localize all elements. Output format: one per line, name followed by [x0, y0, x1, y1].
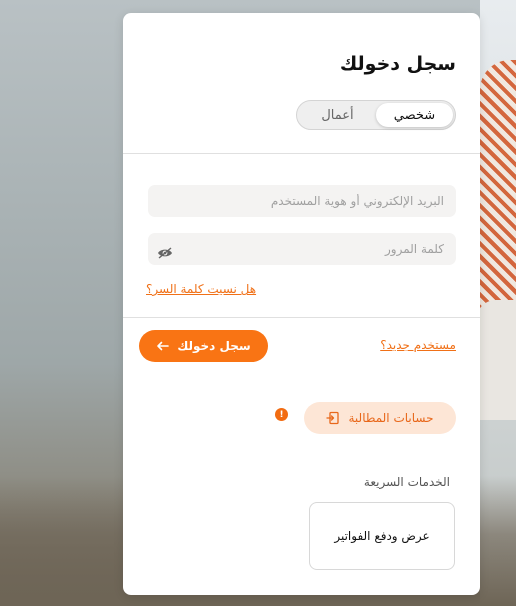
alert-badge: !: [275, 408, 288, 421]
tab-personal[interactable]: شخصي: [376, 103, 453, 127]
login-card: سجل دخولك شخصي أعمال هل نسيت كلمة السر؟ …: [123, 13, 480, 595]
arrow-left-icon: [156, 341, 170, 351]
tab-business[interactable]: أعمال: [299, 103, 376, 127]
login-button-label: سجل دخولك: [177, 339, 251, 353]
new-user-link[interactable]: مستخدم جديد؟: [380, 338, 456, 352]
claims-button-label: حسابات المطالبة: [348, 411, 434, 425]
header-divider: [123, 153, 480, 154]
username-input[interactable]: [148, 185, 456, 217]
background-shoulder: [476, 300, 516, 420]
claims-accounts-button[interactable]: حسابات المطالبة: [304, 402, 456, 434]
forgot-password-link[interactable]: هل نسيت كلمة السر؟: [146, 282, 256, 296]
login-button[interactable]: سجل دخولك: [139, 330, 268, 362]
login-title: سجل دخولك: [339, 53, 456, 75]
quick-service-label: عرض ودفع الفواتير: [334, 529, 430, 543]
eye-icon[interactable]: [157, 244, 173, 259]
background-headscarf: [480, 60, 516, 310]
password-input[interactable]: [148, 233, 456, 265]
quick-services-title: الخدمات السريعة: [363, 475, 450, 489]
switch-account-icon: [326, 411, 340, 425]
quick-service-view-pay-bills[interactable]: عرض ودفع الفواتير: [309, 502, 455, 570]
account-type-toggle: شخصي أعمال: [296, 100, 456, 130]
form-divider: [123, 317, 480, 318]
